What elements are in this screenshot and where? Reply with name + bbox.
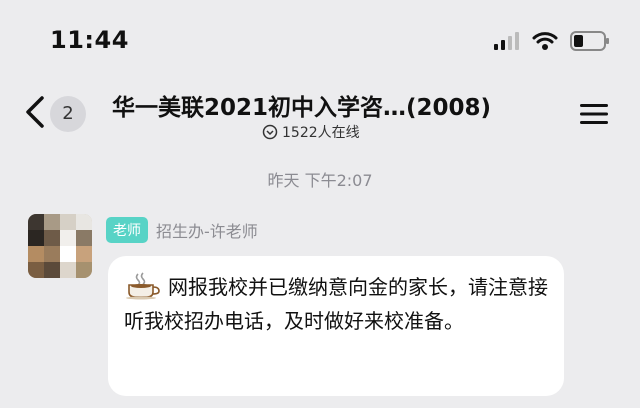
signal-icon [494,32,519,50]
sender-role-badge: 老师 [106,217,148,243]
message-text: 网报我校并已缴纳意向金的家长，请注意接听我校招办电话，及时做好来校准备。 [124,275,548,333]
status-bar: 11:44 [0,0,640,80]
message-bubble[interactable]: 网报我校并已缴纳意向金的家长，请注意接听我校招办电话，及时做好来校准备。 [108,256,564,396]
wifi-icon [532,32,558,50]
avatar[interactable] [28,214,92,278]
message-content: 网报我校并已缴纳意向金的家长，请注意接听我校招办电话，及时做好来校准备。 [124,270,554,338]
online-status: 1522人在线 [262,122,360,142]
back-chevron-icon[interactable] [22,94,52,130]
battery-icon [570,31,609,51]
chevron-circle-icon [262,124,278,140]
sender-info: 老师 招生办-许老师 [106,217,258,243]
chat-header: 2 华一美联2021初中入学咨…(2008) 1522人在线 [0,80,640,152]
unread-count-badge[interactable]: 2 [50,96,86,132]
status-time: 11:44 [50,26,129,54]
sender-name[interactable]: 招生办-许老师 [156,218,258,242]
status-icons [494,30,610,52]
menu-icon[interactable] [580,102,608,126]
coffee-cup-icon [126,272,160,300]
online-count: 1522人在线 [282,125,360,141]
chat-title: 华一美联2021初中入学咨…(2008) [112,95,492,121]
message-timestamp: 昨天 下午2:07 [267,171,373,190]
